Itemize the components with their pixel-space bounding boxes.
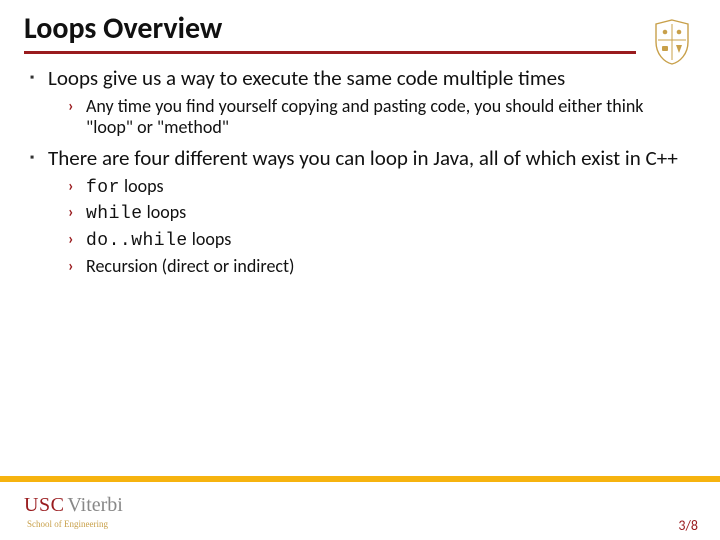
- bullet-marker: ▪: [30, 66, 48, 90]
- slide-footer: USCViterbi School of Engineering 3/8: [0, 476, 720, 540]
- bullet-level-1: ▪ Loops give us a way to execute the sam…: [30, 66, 690, 90]
- slide-title: Loops Overview: [24, 10, 696, 47]
- bullet-level-2: › Recursion (direct or indirect): [68, 256, 690, 277]
- usc-viterbi-logo: USCViterbi School of Engineering: [24, 494, 123, 529]
- sub-bullet-text: do..while loops: [86, 229, 231, 252]
- sub-bullet-marker: ›: [68, 229, 86, 252]
- bullet-text: There are four different ways you can lo…: [48, 146, 678, 170]
- usc-shield-icon: [652, 18, 692, 66]
- logo-viterbi-text: Viterbi: [67, 494, 122, 517]
- logo-subtitle: School of Engineering: [27, 519, 123, 529]
- slide-content: ▪ Loops give us a way to execute the sam…: [0, 54, 720, 540]
- bullet-marker: ▪: [30, 146, 48, 170]
- slide-header: Loops Overview: [0, 0, 720, 54]
- sub-bullet-marker: ›: [68, 202, 86, 225]
- bullet-level-1: ▪ There are four different ways you can …: [30, 146, 690, 170]
- sub-bullet-marker: ›: [68, 96, 86, 137]
- sub-bullet-text: Any time you find yourself copying and p…: [86, 96, 690, 137]
- logo-usc-text: USC: [24, 494, 64, 517]
- sub-bullet-text: while loops: [86, 202, 186, 225]
- sub-bullet-text: Recursion (direct or indirect): [86, 256, 295, 277]
- page-number: 3/8: [678, 517, 698, 534]
- slide: Loops Overview ▪ Loops give us a way to …: [0, 0, 720, 540]
- bullet-text: Loops give us a way to execute the same …: [48, 66, 565, 90]
- bullet-level-2: › while loops: [68, 202, 690, 225]
- bullet-level-2: › for loops: [68, 176, 690, 199]
- sub-bullet-text: for loops: [86, 176, 164, 199]
- sub-bullet-marker: ›: [68, 256, 86, 277]
- title-underline: [24, 51, 636, 54]
- bullet-level-2: › Any time you find yourself copying and…: [68, 96, 690, 137]
- sub-bullet-marker: ›: [68, 176, 86, 199]
- footer-main: USCViterbi School of Engineering 3/8: [0, 482, 720, 540]
- bullet-level-2: › do..while loops: [68, 229, 690, 252]
